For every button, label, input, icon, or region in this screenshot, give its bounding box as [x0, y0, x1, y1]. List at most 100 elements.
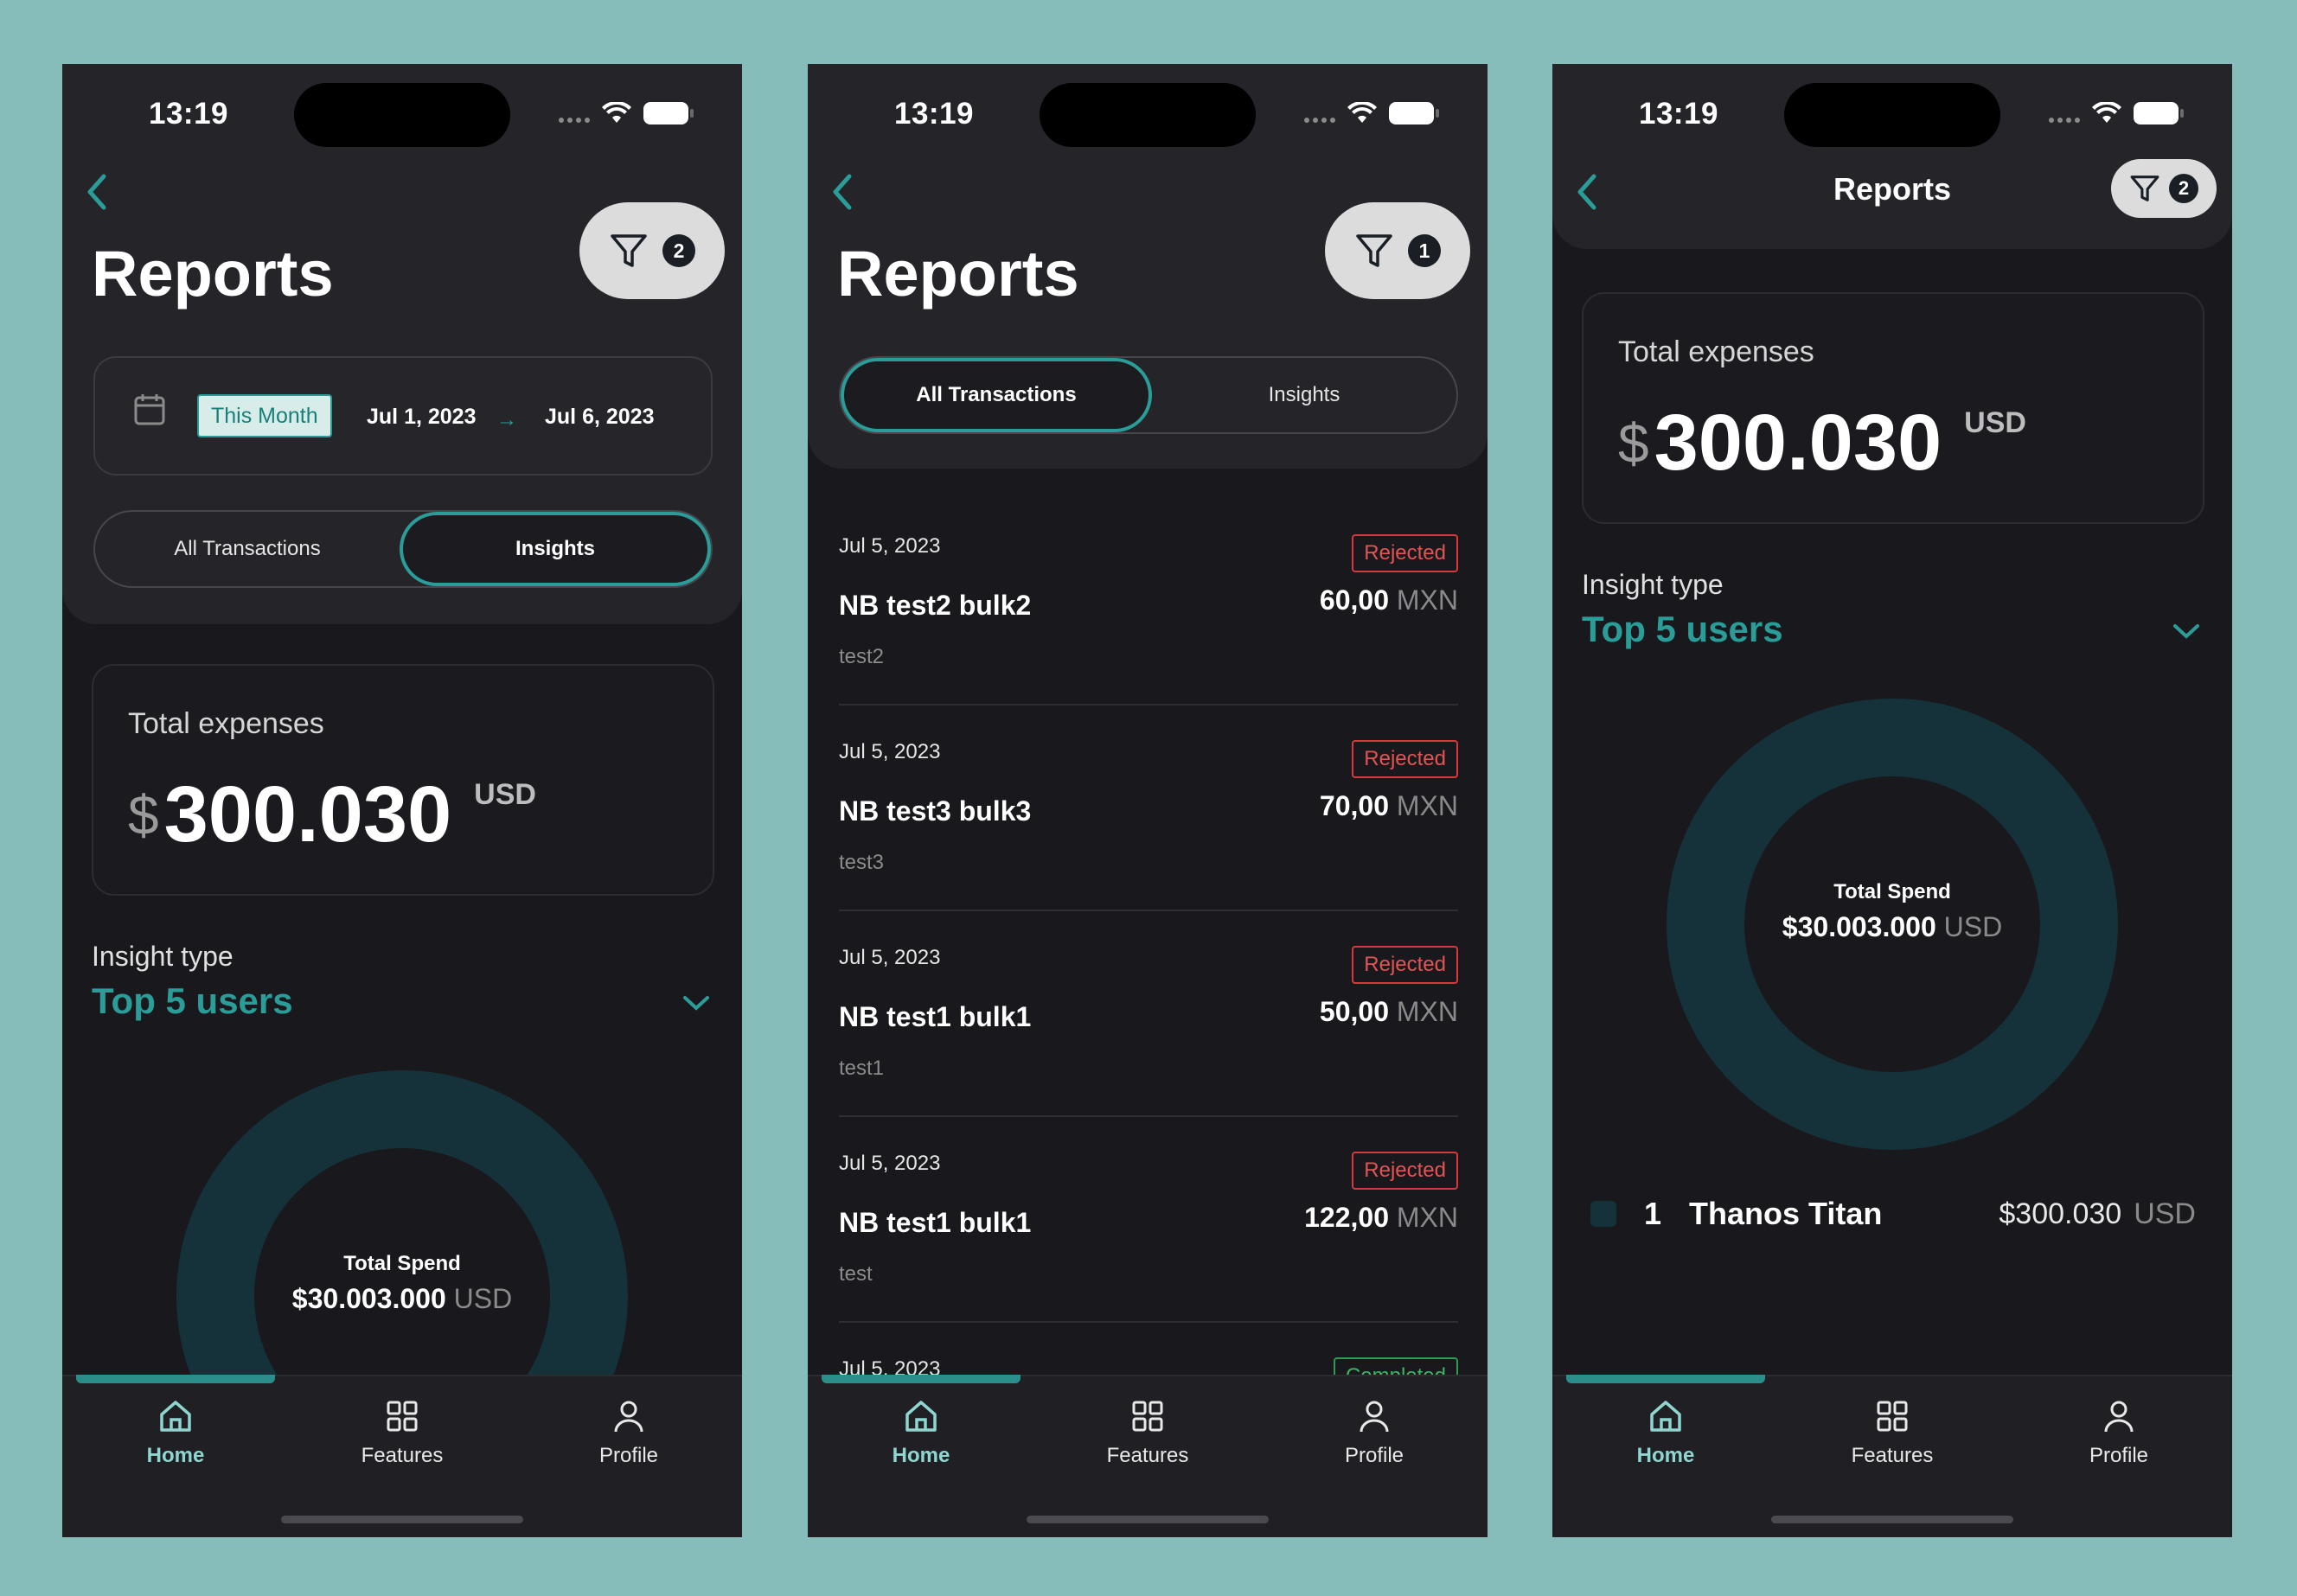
tab-profile[interactable]: Profile — [1261, 1397, 1488, 1468]
home-icon — [1650, 1401, 1681, 1432]
tab-insights[interactable]: Insights — [1152, 358, 1456, 432]
transaction-name: NB test1 bulk1 — [839, 1207, 1032, 1238]
date-range-picker[interactable]: This Month Jul 1, 2023 → Jul 6, 2023 — [93, 356, 713, 476]
tab-home-label: Home — [146, 1444, 205, 1467]
total-expenses-amount: $ 300.030 USD — [1618, 398, 2026, 488]
tab-features-label: Features — [361, 1444, 444, 1467]
donut-center-text: Total Spend $30.003.000 USD — [62, 1252, 742, 1315]
transaction-name: NB test3 bulk3 — [839, 795, 1032, 827]
wifi-icon — [1347, 102, 1377, 123]
transaction-row[interactable]: Jul 5, 2023 NB test1 bulk1 test Rejected… — [839, 1117, 1458, 1323]
filter-count-badge: 2 — [662, 234, 695, 267]
total-expenses-currency: USD — [1964, 406, 2026, 439]
tab-profile[interactable]: Profile — [515, 1397, 742, 1468]
currency-symbol: $ — [1618, 412, 1649, 475]
status-badge: Rejected — [1352, 946, 1458, 984]
transaction-date: Jul 5, 2023 — [839, 740, 941, 763]
total-expenses-value: 300.030 — [163, 770, 452, 859]
filter-button[interactable]: 2 — [2111, 159, 2217, 218]
transaction-amount: 60,00 MXN — [1320, 584, 1458, 616]
signal-dots-icon — [559, 104, 590, 123]
total-spend-amount: $30.003.000 USD — [1552, 911, 2232, 943]
amount-currency: MXN — [1396, 790, 1458, 821]
back-chevron-icon[interactable] — [80, 166, 114, 218]
tab-insights[interactable]: Insights — [400, 512, 711, 586]
signal-dots-icon — [2049, 104, 2080, 123]
tab-features[interactable]: Features — [1779, 1397, 2006, 1468]
transaction-row[interactable]: Jul 5, 2023 NB test3 bulk3 test3 Rejecte… — [839, 705, 1458, 911]
currency-symbol: $ — [128, 784, 159, 846]
total-expenses-card: Total expenses $ 300.030 USD — [1582, 292, 2204, 524]
status-badge: Rejected — [1352, 1152, 1458, 1190]
total-expenses-label: Total expenses — [128, 707, 324, 740]
active-tab-indicator — [822, 1375, 1021, 1383]
active-tab-indicator — [76, 1375, 275, 1383]
tab-home[interactable]: Home — [1552, 1397, 1779, 1468]
filter-icon — [1356, 234, 1392, 267]
back-chevron-icon[interactable] — [825, 166, 860, 218]
status-time: 13:19 — [1639, 97, 1719, 131]
calendar-icon — [134, 394, 165, 425]
signal-dots-icon — [1304, 104, 1335, 123]
status-icons — [559, 102, 694, 124]
transaction-subtitle: test3 — [839, 851, 885, 874]
home-indicator — [1027, 1516, 1269, 1523]
insight-type-dropdown[interactable]: Top 5 users — [92, 980, 293, 1022]
chevron-down-icon[interactable] — [681, 993, 711, 1013]
phone-screen-insights-scrolled: 13:19 Reports 2 Total expenses $ 300.030… — [1552, 64, 2232, 1537]
tab-bar: Home Features Profile — [1552, 1375, 2232, 1537]
legend-amount-currency: USD — [2134, 1197, 2196, 1230]
total-expenses-value: 300.030 — [1654, 399, 1942, 487]
transaction-row[interactable]: Jul 5, 2023 NB test1 bulk1 test1 Rejecte… — [839, 911, 1458, 1117]
date-from[interactable]: Jul 1, 2023 — [367, 405, 476, 430]
page-title: Reports — [837, 238, 1079, 310]
transaction-name: NB test2 bulk2 — [839, 590, 1032, 621]
legend-amount: $300.030 USD — [1999, 1197, 2196, 1231]
tab-bar: Home Features Profile — [62, 1375, 742, 1537]
total-spend-value: $30.003.000 — [291, 1283, 446, 1314]
tab-home[interactable]: Home — [808, 1397, 1034, 1468]
insight-type-label: Insight type — [92, 941, 234, 972]
tab-profile-label: Profile — [598, 1444, 659, 1467]
active-tab-indicator — [1566, 1375, 1765, 1383]
tab-home[interactable]: Home — [62, 1397, 289, 1468]
tab-features[interactable]: Features — [1034, 1397, 1261, 1468]
person-icon — [2104, 1401, 2134, 1433]
grid-icon — [387, 1401, 418, 1432]
tab-profile[interactable]: Profile — [2006, 1397, 2232, 1468]
transaction-subtitle: test2 — [839, 645, 885, 668]
home-indicator — [281, 1516, 523, 1523]
transaction-date: Jul 5, 2023 — [839, 1152, 941, 1175]
filter-button[interactable]: 1 — [1325, 202, 1470, 299]
phone-screen-transactions: 13:19 Reports 1 All Transactions Insight… — [808, 64, 1488, 1537]
tab-profile-label: Profile — [1344, 1444, 1404, 1467]
tab-all-transactions[interactable]: All Transactions — [841, 358, 1152, 432]
legend-amount-value: $300.030 — [1999, 1197, 2122, 1230]
legend-item[interactable]: 1 Thanos Titan $300.030 USD — [1590, 1188, 2196, 1240]
status-badge: Rejected — [1352, 534, 1458, 572]
dynamic-island — [1040, 83, 1256, 147]
transaction-row[interactable]: Jul 5, 2023 NB test2 bulk2 test2 Rejecte… — [839, 500, 1458, 705]
total-spend-label: Total Spend — [1833, 880, 1951, 903]
legend-rank: 1 — [1644, 1196, 1662, 1231]
this-month-chip[interactable]: This Month — [197, 394, 332, 437]
total-spend-label: Total Spend — [343, 1252, 461, 1275]
chevron-down-icon[interactable] — [2172, 621, 2201, 642]
amount-value: 122,00 — [1304, 1202, 1389, 1233]
tab-all-transactions[interactable]: All Transactions — [95, 512, 400, 586]
tab-profile-label: Profile — [2089, 1444, 2149, 1467]
wifi-icon — [2092, 102, 2121, 123]
date-to[interactable]: Jul 6, 2023 — [545, 405, 654, 430]
tab-home-label: Home — [1636, 1444, 1695, 1467]
status-time: 13:19 — [894, 97, 975, 131]
filter-button[interactable]: 2 — [579, 202, 725, 299]
filter-count-badge: 2 — [2169, 174, 2198, 203]
page-title: Reports — [92, 238, 334, 310]
total-spend-value: $30.003.000 — [1782, 911, 1936, 942]
insight-type-dropdown[interactable]: Top 5 users — [1582, 609, 1783, 650]
wifi-icon — [602, 102, 631, 123]
tab-features[interactable]: Features — [289, 1397, 515, 1468]
total-spend-currency: USD — [453, 1283, 513, 1314]
tab-bar: Home Features Profile — [808, 1375, 1488, 1537]
transaction-amount: 50,00 MXN — [1320, 996, 1458, 1028]
